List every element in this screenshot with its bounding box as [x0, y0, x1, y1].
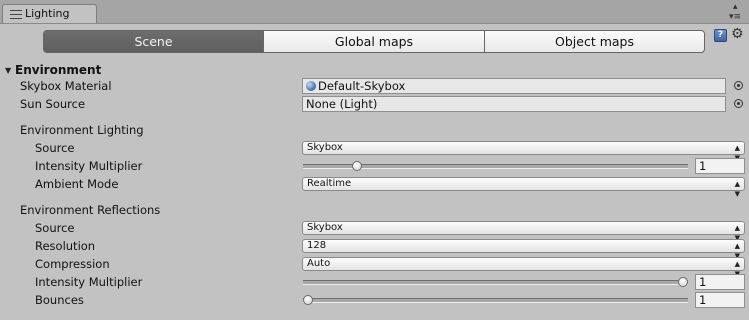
- lighting-intensity-slider-thumb[interactable]: [352, 161, 362, 171]
- skybox-material-field[interactable]: Default-Skybox: [302, 78, 726, 94]
- compression-value: Auto: [307, 258, 331, 269]
- reflection-intensity-slider-thumb[interactable]: [678, 277, 688, 287]
- maximize-icon[interactable]: ▴: [733, 2, 738, 12]
- environment-reflections-header: Environment Reflections: [20, 203, 161, 217]
- lighting-source-dropdown[interactable]: Skybox ▲▼: [302, 141, 745, 162]
- tab-scene[interactable]: Scene: [43, 30, 264, 53]
- lighting-intensity-label: Intensity Multiplier: [35, 159, 143, 173]
- resolution-value: 128: [307, 240, 327, 251]
- ambient-mode-dropdown[interactable]: Realtime ▲ ▼: [302, 177, 745, 198]
- gear-icon[interactable]: ⚙: [731, 26, 744, 42]
- lighting-source-label: Source: [35, 141, 75, 155]
- resolution-dropdown[interactable]: 128 ▲ ▼: [302, 239, 745, 260]
- reflection-source-label: Source: [35, 221, 75, 235]
- lighting-source-value: Skybox: [307, 142, 343, 153]
- tab-menu-icon[interactable]: ▾≡: [729, 12, 741, 22]
- tab-title: Lighting: [25, 7, 70, 20]
- environment-header[interactable]: Environment: [15, 63, 101, 77]
- tab-global-maps[interactable]: Global maps: [263, 30, 485, 53]
- sun-source-field[interactable]: None (Light): [302, 96, 726, 112]
- reflection-intensity-input[interactable]: 1: [695, 274, 745, 290]
- compression-label: Compression: [35, 257, 110, 271]
- reflection-source-value: Skybox: [307, 222, 343, 233]
- lighting-intensity-input[interactable]: 1: [695, 158, 745, 174]
- skybox-material-label: Skybox Material: [20, 79, 112, 93]
- environment-lighting-header: Environment Lighting: [20, 123, 144, 137]
- reflection-intensity-slider-track[interactable]: [303, 280, 688, 285]
- foldout-arrow-icon[interactable]: ▼: [5, 66, 11, 75]
- help-icon[interactable]: ?: [714, 29, 727, 42]
- object-picker-icon[interactable]: [734, 99, 743, 108]
- resolution-label: Resolution: [35, 239, 96, 253]
- bounces-slider-thumb[interactable]: [303, 295, 313, 305]
- ambient-mode-label: Ambient Mode: [35, 177, 119, 191]
- skybox-material-value: Default-Skybox: [318, 79, 406, 93]
- bounces-input[interactable]: 1: [695, 292, 745, 308]
- lighting-tab[interactable]: Lighting: [2, 4, 97, 23]
- ambient-mode-value: Realtime: [307, 178, 352, 189]
- reflection-source-dropdown[interactable]: Skybox ▲ ▼: [302, 221, 745, 242]
- sun-source-label: Sun Source: [20, 97, 86, 111]
- tab-strip: [0, 0, 749, 24]
- bounces-slider-track[interactable]: [303, 298, 688, 303]
- bounces-label: Bounces: [35, 293, 84, 307]
- dropdown-arrows-icon: ▲▼: [734, 180, 740, 198]
- list-icon: [10, 10, 22, 19]
- material-icon: [306, 81, 316, 91]
- tab-object-maps[interactable]: Object maps: [484, 30, 705, 53]
- compression-dropdown[interactable]: Auto ▲▼: [302, 257, 745, 278]
- object-picker-icon[interactable]: [734, 81, 743, 90]
- reflection-intensity-label: Intensity Multiplier: [35, 275, 143, 289]
